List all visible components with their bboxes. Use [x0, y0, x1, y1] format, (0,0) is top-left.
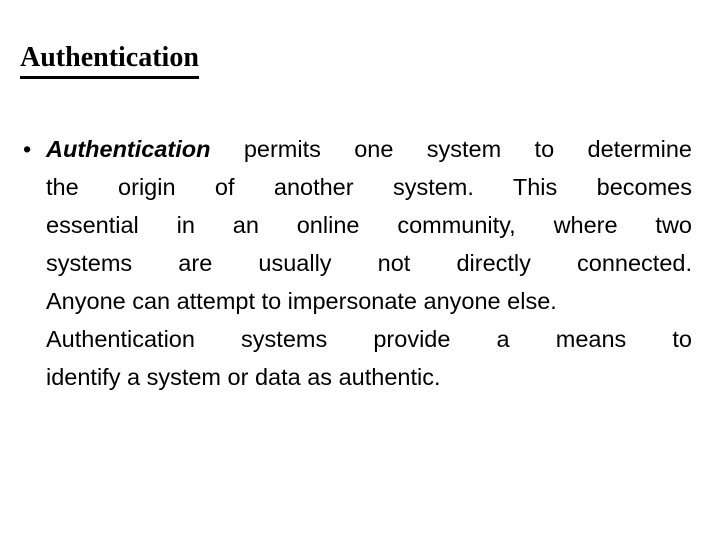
body-line-7: identify a system or data as authentic. — [46, 364, 441, 390]
slide-body: • Authentication permits one system to d… — [20, 130, 692, 396]
body-line-4: systems are usually not directly connect… — [46, 250, 692, 276]
page-title: Authentication — [20, 41, 199, 79]
body-line-2: the origin of another system. This becom… — [46, 174, 692, 200]
list-item: • Authentication permits one system to d… — [20, 130, 692, 396]
body-line-1-rest: permits one system to determine — [210, 136, 692, 162]
lead-term: Authentication — [46, 136, 211, 162]
body-line-1: Authentication permits one system to det… — [46, 130, 692, 168]
body-line-6: Authentication systems provide a means t… — [46, 326, 692, 352]
slide-canvas: Authentication • Authentication permits … — [0, 0, 720, 540]
page-title-text: Authentication — [20, 41, 199, 79]
bullet-marker-icon: • — [23, 136, 32, 162]
body-line-5: Anyone can attempt to impersonate anyone… — [46, 288, 557, 314]
body-line-3: essential in an online community, where … — [46, 212, 692, 238]
list-item-text: Authentication permits one system to det… — [46, 130, 692, 396]
